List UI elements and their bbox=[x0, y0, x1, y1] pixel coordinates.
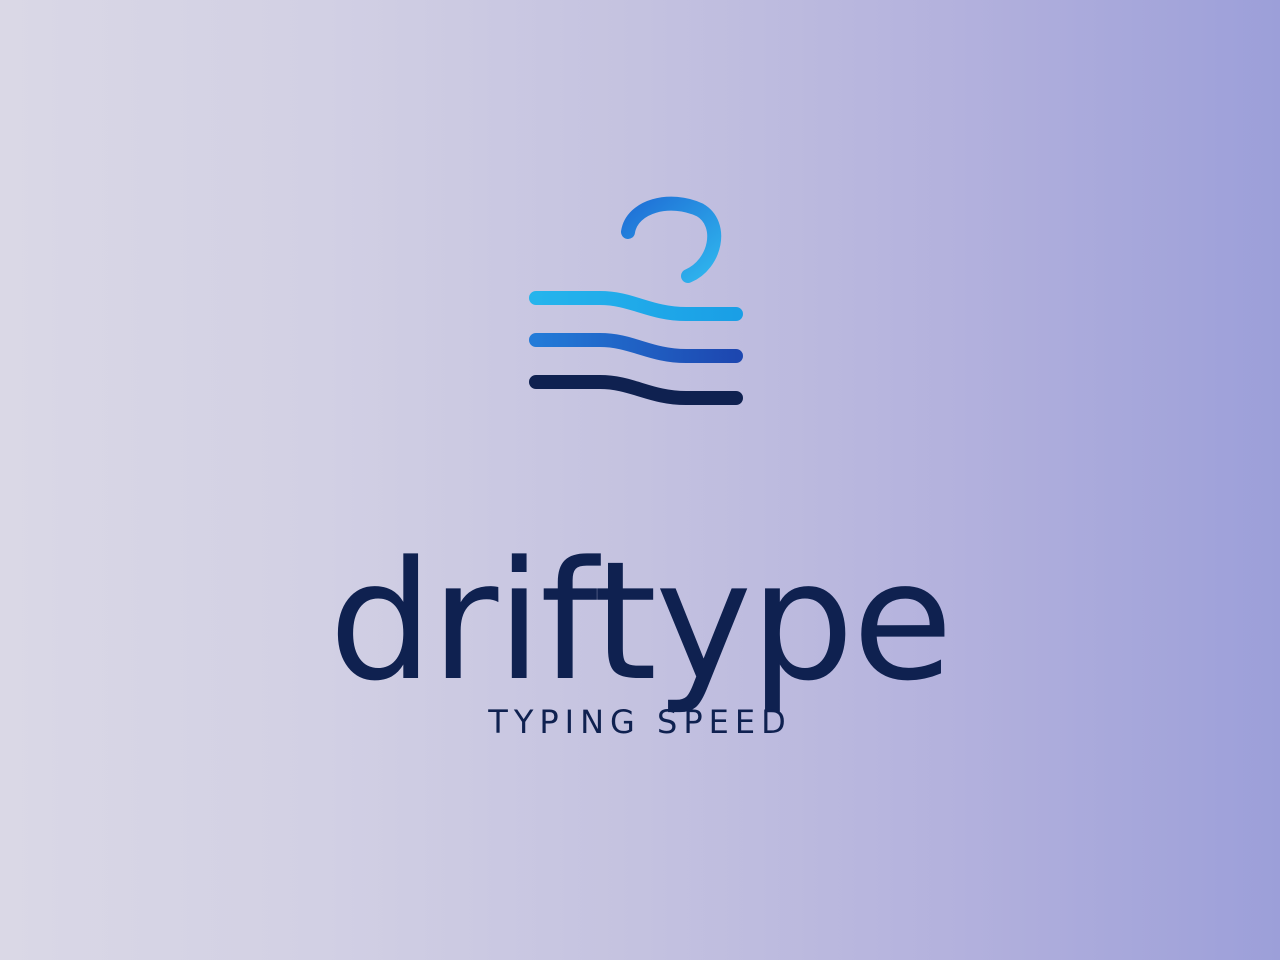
wave-line-top bbox=[529, 291, 743, 321]
hook-stroke bbox=[621, 196, 722, 283]
brand-tagline: TYPING SPEED bbox=[488, 703, 792, 741]
wave-line-middle bbox=[529, 333, 743, 363]
wave-line-bottom bbox=[529, 375, 743, 405]
wave-lines-hook-icon bbox=[529, 196, 743, 405]
brand-wordmark: driftype bbox=[328, 526, 953, 717]
